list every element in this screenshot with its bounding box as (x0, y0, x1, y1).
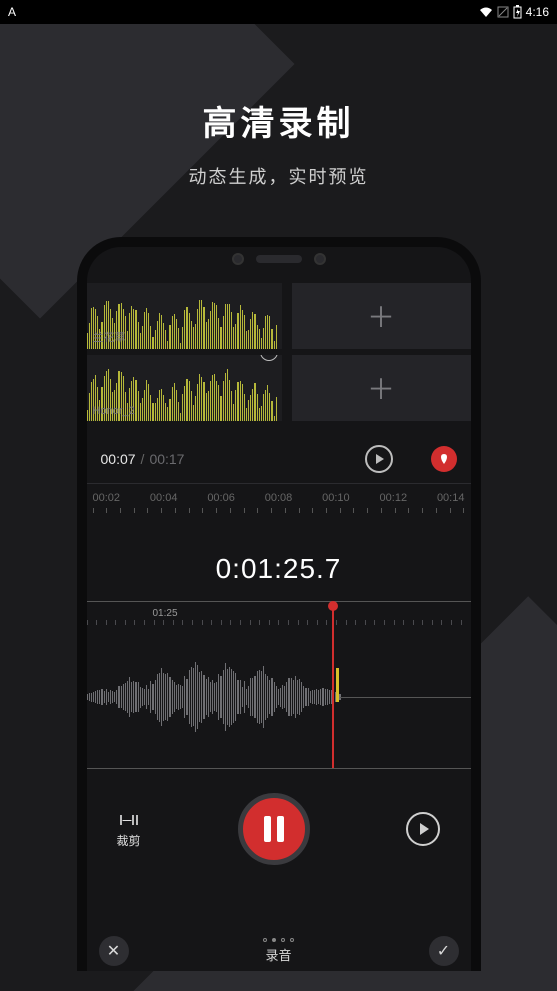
phone-mockup: 兰花草 ＋ − Honor_2 ＋ 00:07 / 00:17 (77, 237, 481, 971)
track-waveform[interactable]: 兰花草 (87, 283, 282, 349)
playback-current-time: 00:07 (101, 451, 136, 467)
track-row[interactable]: 兰花草 ＋ (87, 283, 471, 349)
add-track-button[interactable]: ＋ (292, 355, 471, 421)
playhead-indicator[interactable] (332, 602, 334, 768)
battery-icon (513, 5, 522, 19)
confirm-button[interactable]: ✓ (429, 936, 459, 966)
ruler-tick-label: 00:04 (150, 492, 178, 504)
page-subtitle: 动态生成，实时预览 (189, 163, 369, 189)
check-icon: ✓ (437, 941, 450, 961)
ruler-tick-label: 00:12 (380, 492, 408, 504)
recorder-waveform-area[interactable]: 01:25 (87, 601, 471, 769)
recorder-elapsed-time: 0:01:25.7 (87, 553, 471, 585)
marker-indicator (336, 668, 339, 701)
track-list: 兰花草 ＋ − Honor_2 ＋ (87, 283, 471, 427)
close-icon: ✕ (107, 941, 120, 961)
trim-label: 裁剪 (117, 832, 141, 849)
no-sim-icon (497, 6, 509, 18)
close-button[interactable]: ✕ (99, 936, 129, 966)
trim-button[interactable]: ı⎯ıı 裁剪 (117, 809, 141, 849)
wifi-icon (479, 6, 493, 18)
pause-icon (264, 816, 284, 842)
ruler-tick-label: 00:06 (207, 492, 235, 504)
bottom-bar: ✕ 录音 ✓ (87, 931, 471, 971)
playback-duration: 00:17 (149, 451, 184, 467)
bottom-title: 录音 (265, 945, 291, 964)
track-waveform[interactable]: − Honor_2 (87, 355, 282, 421)
record-pause-button[interactable] (238, 793, 310, 865)
recorder-ruler-mark: 01:25 (153, 608, 178, 619)
status-time: 4:16 (526, 5, 549, 19)
page-indicator (263, 938, 294, 942)
marker-button[interactable] (431, 446, 457, 472)
page-title: 高清录制 (203, 96, 355, 145)
playback-time-row: 00:07 / 00:17 (87, 427, 471, 483)
ruler-tick-label: 00:14 (437, 492, 465, 504)
phone-notch (232, 253, 326, 265)
play-button[interactable] (365, 445, 393, 473)
status-left-badge: A (8, 5, 16, 19)
track-label: Honor_2 (93, 405, 135, 417)
android-status-bar: A 4:16 (0, 0, 557, 24)
ruler-tick-label: 00:10 (322, 492, 350, 504)
track-label: 兰花草 (93, 329, 126, 345)
trim-icon: ı⎯ıı (119, 809, 139, 830)
add-track-button[interactable]: ＋ (292, 283, 471, 349)
track-row[interactable]: − Honor_2 ＋ (87, 355, 471, 421)
ruler-tick-label: 00:02 (93, 492, 121, 504)
playback-button[interactable] (406, 812, 440, 846)
timeline-ruler[interactable]: 00:02 00:04 00:06 00:08 00:10 00:12 00:14 (87, 483, 471, 521)
ruler-tick-label: 00:08 (265, 492, 293, 504)
remove-track-button[interactable]: − (260, 355, 278, 361)
